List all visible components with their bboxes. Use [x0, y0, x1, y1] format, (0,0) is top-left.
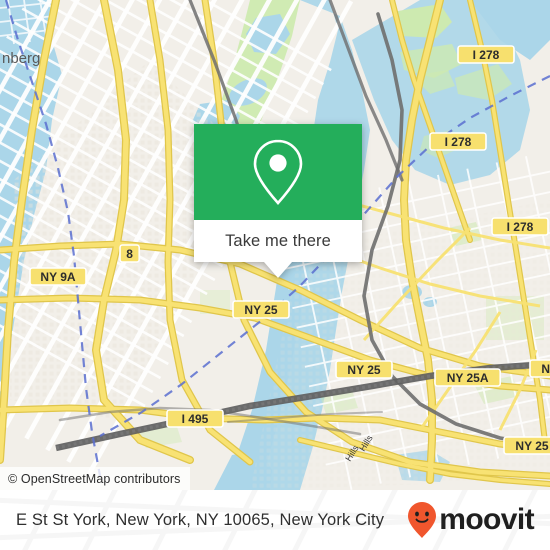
- route-shield: NY 25A: [434, 368, 501, 387]
- callout-header: [194, 124, 362, 220]
- route-shield: I 278: [457, 45, 515, 64]
- take-me-there-label: Take me there: [225, 231, 331, 250]
- route-shield-label: I 495: [182, 412, 209, 426]
- route-shield: NY 9A: [29, 267, 87, 286]
- route-shield: NY 25: [232, 300, 290, 319]
- route-shield-label: I 278: [507, 220, 534, 234]
- footer-bar: E St St York, New York, NY 10065, New Yo…: [0, 490, 550, 550]
- location-callout-card[interactable]: Take me there: [194, 124, 362, 278]
- route-shield: NY 25: [529, 359, 550, 378]
- map-pin-icon: [253, 139, 303, 205]
- route-shield: NY 25: [503, 436, 550, 455]
- route-shield-label: NY 9A: [40, 270, 75, 284]
- route-shield-label: NY 25A: [447, 371, 489, 385]
- route-shield-label: I 278: [445, 135, 472, 149]
- attribution-text: © OpenStreetMap contributors: [8, 471, 181, 486]
- route-shield-label: NY 25: [541, 362, 550, 376]
- route-shield-label: I 278: [473, 48, 500, 62]
- moovit-smiley-pin-icon: [408, 502, 437, 538]
- osm-attribution[interactable]: © OpenStreetMap contributors: [0, 467, 190, 490]
- place-label: nberg: [2, 50, 40, 67]
- route-shield: I 278: [491, 217, 549, 236]
- route-shield: 8: [119, 244, 141, 263]
- moovit-map-screenshot: I 278 I 278 I 278 NY 9A 8 NY 25 NY 25 NY 25A NY …: [0, 0, 550, 550]
- route-shield-label: 8: [126, 247, 133, 261]
- moovit-logo[interactable]: moovit: [407, 501, 535, 539]
- moovit-wordmark: moovit: [439, 503, 534, 536]
- route-shield-label: NY 25: [347, 363, 380, 377]
- address-text: E St St York, New York, NY 10065, New Yo…: [16, 510, 385, 529]
- callout-tail: [264, 262, 292, 278]
- place-label-layer: nberg: [2, 50, 40, 67]
- route-shield: I 495: [166, 409, 224, 428]
- route-shield: I 278: [429, 132, 487, 151]
- take-me-there-button[interactable]: Take me there: [194, 220, 362, 262]
- route-shield: NY 25: [335, 360, 393, 379]
- route-shield-label: NY 25: [515, 439, 548, 453]
- route-shield-label: NY 25: [244, 303, 277, 317]
